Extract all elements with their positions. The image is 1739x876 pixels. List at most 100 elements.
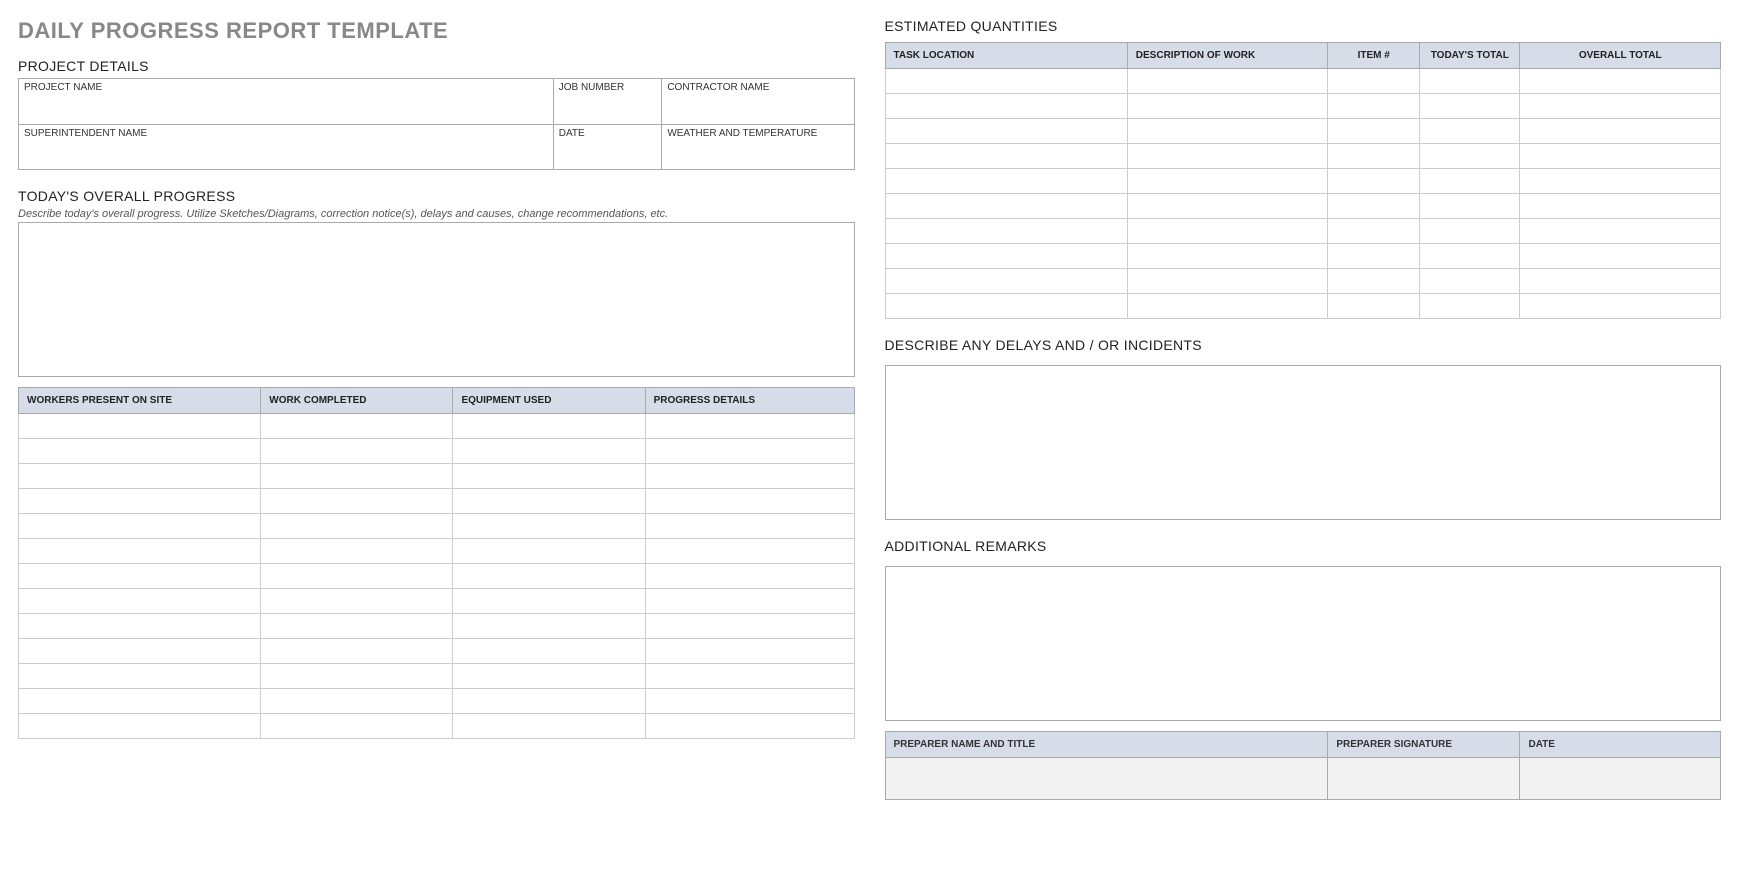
remarks-textarea[interactable] — [885, 566, 1722, 721]
table-cell[interactable] — [885, 69, 1127, 94]
table-cell[interactable] — [19, 714, 261, 739]
table-cell[interactable] — [885, 194, 1127, 219]
table-cell[interactable] — [1520, 219, 1721, 244]
table-cell[interactable] — [261, 714, 453, 739]
table-cell[interactable] — [1420, 169, 1520, 194]
table-cell[interactable] — [1127, 194, 1328, 219]
table-cell[interactable] — [261, 639, 453, 664]
table-cell[interactable] — [453, 589, 645, 614]
table-cell[interactable] — [1520, 69, 1721, 94]
table-cell[interactable] — [645, 464, 854, 489]
table-cell[interactable] — [1328, 294, 1420, 319]
input-signature[interactable] — [1328, 758, 1520, 800]
table-cell[interactable] — [645, 489, 854, 514]
table-cell[interactable] — [453, 664, 645, 689]
delays-textarea[interactable] — [885, 365, 1722, 520]
table-cell[interactable] — [453, 489, 645, 514]
table-cell[interactable] — [1520, 144, 1721, 169]
table-cell[interactable] — [453, 689, 645, 714]
table-cell[interactable] — [1520, 294, 1721, 319]
table-cell[interactable] — [1328, 219, 1420, 244]
table-cell[interactable] — [453, 564, 645, 589]
table-cell[interactable] — [1520, 169, 1721, 194]
table-cell[interactable] — [1127, 244, 1328, 269]
table-cell[interactable] — [645, 714, 854, 739]
table-cell[interactable] — [1420, 269, 1520, 294]
table-cell[interactable] — [261, 489, 453, 514]
table-cell[interactable] — [453, 464, 645, 489]
table-cell[interactable] — [1328, 244, 1420, 269]
table-cell[interactable] — [453, 414, 645, 439]
table-cell[interactable] — [1328, 194, 1420, 219]
table-cell[interactable] — [261, 414, 453, 439]
table-cell[interactable] — [1520, 244, 1721, 269]
table-cell[interactable] — [19, 464, 261, 489]
table-cell[interactable] — [261, 689, 453, 714]
table-cell[interactable] — [1420, 69, 1520, 94]
table-cell[interactable] — [885, 169, 1127, 194]
table-cell[interactable] — [1420, 194, 1520, 219]
input-preparer[interactable] — [885, 758, 1328, 800]
table-cell[interactable] — [1127, 69, 1328, 94]
table-cell[interactable] — [1420, 244, 1520, 269]
table-cell[interactable] — [19, 514, 261, 539]
table-cell[interactable] — [261, 464, 453, 489]
table-cell[interactable] — [1420, 219, 1520, 244]
table-cell[interactable] — [1127, 144, 1328, 169]
table-cell[interactable] — [1328, 119, 1420, 144]
table-cell[interactable] — [645, 414, 854, 439]
table-cell[interactable] — [885, 119, 1127, 144]
table-cell[interactable] — [645, 589, 854, 614]
table-cell[interactable] — [645, 639, 854, 664]
table-cell[interactable] — [453, 639, 645, 664]
input-project-name[interactable] — [19, 94, 554, 124]
table-cell[interactable] — [261, 564, 453, 589]
table-cell[interactable] — [1127, 269, 1328, 294]
input-weather[interactable] — [662, 140, 854, 170]
input-date[interactable] — [553, 140, 662, 170]
table-cell[interactable] — [261, 614, 453, 639]
table-cell[interactable] — [19, 489, 261, 514]
table-cell[interactable] — [885, 294, 1127, 319]
table-cell[interactable] — [1328, 169, 1420, 194]
table-cell[interactable] — [1420, 294, 1520, 319]
table-cell[interactable] — [1328, 69, 1420, 94]
table-cell[interactable] — [453, 439, 645, 464]
input-contractor-name[interactable] — [662, 94, 854, 124]
table-cell[interactable] — [19, 614, 261, 639]
table-cell[interactable] — [453, 614, 645, 639]
table-cell[interactable] — [19, 414, 261, 439]
table-cell[interactable] — [19, 564, 261, 589]
table-cell[interactable] — [1127, 219, 1328, 244]
table-cell[interactable] — [1520, 119, 1721, 144]
table-cell[interactable] — [19, 439, 261, 464]
table-cell[interactable] — [261, 539, 453, 564]
table-cell[interactable] — [885, 94, 1127, 119]
table-cell[interactable] — [1420, 94, 1520, 119]
table-cell[interactable] — [1520, 194, 1721, 219]
table-cell[interactable] — [261, 514, 453, 539]
table-cell[interactable] — [1420, 119, 1520, 144]
table-cell[interactable] — [19, 589, 261, 614]
table-cell[interactable] — [645, 689, 854, 714]
input-job-number[interactable] — [553, 94, 662, 124]
input-superintendent-name[interactable] — [19, 140, 554, 170]
table-cell[interactable] — [19, 664, 261, 689]
table-cell[interactable] — [1328, 269, 1420, 294]
table-cell[interactable] — [19, 689, 261, 714]
table-cell[interactable] — [885, 144, 1127, 169]
table-cell[interactable] — [453, 514, 645, 539]
table-cell[interactable] — [19, 639, 261, 664]
overall-progress-textarea[interactable] — [18, 222, 855, 377]
table-cell[interactable] — [1328, 144, 1420, 169]
table-cell[interactable] — [885, 219, 1127, 244]
table-cell[interactable] — [645, 664, 854, 689]
table-cell[interactable] — [261, 589, 453, 614]
table-cell[interactable] — [261, 439, 453, 464]
table-cell[interactable] — [1520, 94, 1721, 119]
table-cell[interactable] — [645, 514, 854, 539]
table-cell[interactable] — [1328, 94, 1420, 119]
table-cell[interactable] — [19, 539, 261, 564]
table-cell[interactable] — [261, 664, 453, 689]
table-cell[interactable] — [1520, 269, 1721, 294]
